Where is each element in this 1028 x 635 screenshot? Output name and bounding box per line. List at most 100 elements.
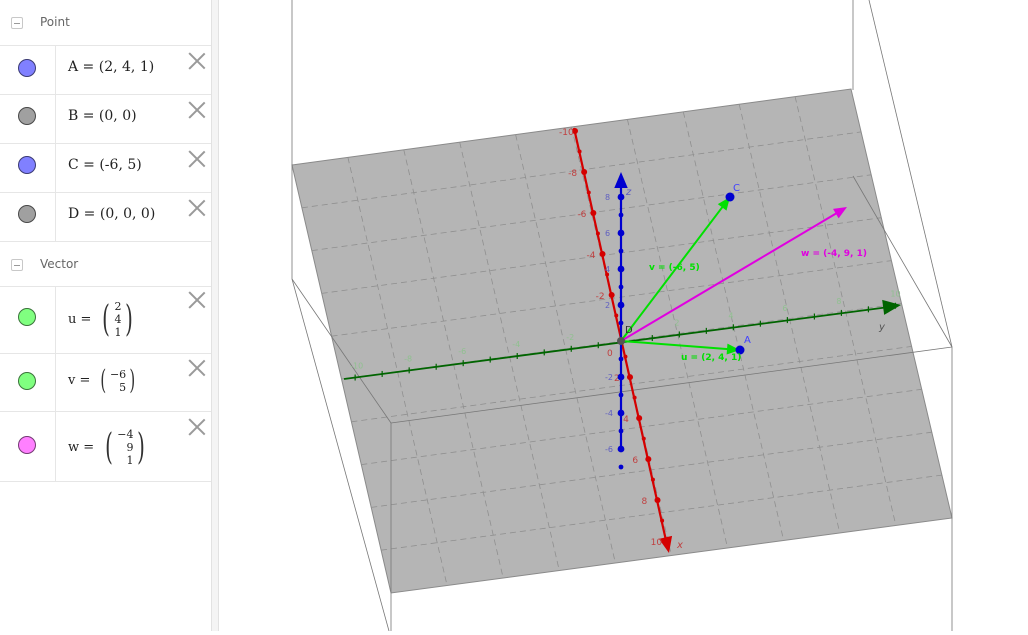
point-label-A: A	[744, 335, 751, 346]
algebra-row-C[interactable]: C = (-6, 5)	[0, 144, 211, 193]
visibility-toggle-u[interactable]	[18, 308, 36, 326]
z-tick-dot	[618, 428, 624, 434]
visibility-toggle-v[interactable]	[18, 372, 36, 390]
vector-caption-w: w = (-4, 9, 1)	[801, 249, 867, 259]
x-minor-tick	[595, 231, 600, 236]
collapse-point-button[interactable]	[11, 17, 23, 29]
x-tick-dot	[645, 456, 652, 463]
equals-sign: =	[83, 440, 95, 455]
formula-B[interactable]: B = (0, 0)	[68, 108, 137, 124]
component: 1	[126, 454, 134, 467]
algebra-view: Point A = (2, 4, 1) B = (0, 0) C = (-6, …	[0, 0, 211, 631]
graphics-3d-view[interactable]: -10 -8 -6 -4 -2 2 4 6 8 10 0 -10 -8 -6 -4 -2 2 4 6 8 10 -6 -4-…	[219, 0, 1028, 632]
x-minor-tick	[614, 313, 619, 318]
point-label-D: D	[625, 325, 633, 336]
x-tick-label: -8	[568, 169, 577, 179]
marble-cell	[0, 287, 56, 353]
x-tick-label: 10	[651, 538, 663, 548]
y-tick-label: 6	[782, 304, 787, 313]
x-minor-tick	[660, 518, 665, 523]
algebra-row-B[interactable]: B = (0, 0)	[0, 95, 211, 144]
point-label-C: C	[733, 183, 740, 194]
x-tick-label: -6	[577, 210, 586, 220]
component: 4	[114, 313, 122, 326]
y-tick-label: -4	[512, 340, 520, 349]
view-divider[interactable]	[211, 0, 219, 631]
algebra-row-u[interactable]: u = ( 2 4 1 )	[0, 287, 211, 354]
z-tick-dot	[618, 464, 624, 470]
z-tick-label: -2	[605, 373, 613, 382]
formula-u[interactable]: u = ( 2 4 1 )	[68, 300, 137, 339]
y-tick-label: -2	[566, 333, 574, 342]
z-tick-dot	[618, 320, 624, 326]
component: 1	[114, 326, 122, 339]
3d-scene[interactable]: -10-8-6-4-22468100-10-8-6-4-2246810-6-4-…	[219, 0, 1028, 632]
y-tick-label: -8	[404, 354, 412, 363]
algebra-row-D[interactable]: D = (0, 0, 0)	[0, 193, 211, 242]
z-tick-dot	[618, 248, 624, 254]
group-header-point[interactable]: Point	[0, 0, 211, 46]
axis-label-z: z	[625, 187, 632, 198]
algebra-row-w[interactable]: w = ( −4 9 1 )	[0, 412, 211, 482]
marble-cell	[0, 193, 56, 241]
y-tick-label: -6	[458, 347, 466, 356]
x-tick-label: -2	[596, 292, 605, 302]
x-minor-tick	[650, 477, 655, 482]
component: 2	[114, 300, 122, 313]
visibility-toggle-C[interactable]	[18, 156, 36, 174]
algebra-row-A[interactable]: A = (2, 4, 1)	[0, 46, 211, 95]
x-tick-dot	[636, 415, 643, 422]
visibility-toggle-B[interactable]	[18, 107, 36, 125]
formula-D[interactable]: D = (0, 0, 0)	[68, 206, 155, 222]
delete-icon[interactable]	[188, 150, 206, 168]
x-minor-tick	[632, 395, 637, 400]
x-tick-label: 0	[607, 349, 613, 359]
x-tick-label: 8	[642, 497, 648, 507]
marble-cell	[0, 412, 56, 481]
point-D[interactable]	[617, 337, 625, 345]
delete-icon[interactable]	[188, 52, 206, 70]
formula-w[interactable]: w = ( −4 9 1 )	[68, 428, 149, 467]
delete-icon[interactable]	[188, 199, 206, 217]
vector-caption-u: u = (2, 4, 1)	[681, 353, 741, 363]
visibility-toggle-A[interactable]	[18, 59, 36, 77]
x-minor-tick	[623, 354, 628, 359]
vector-components: −6 5	[110, 368, 126, 394]
x-tick-label: 6	[632, 456, 638, 466]
x-minor-tick	[577, 149, 582, 154]
component: −4	[117, 428, 134, 441]
z-tick-label: 8	[605, 193, 610, 202]
delete-icon[interactable]	[188, 101, 206, 119]
z-tick-label: -6	[605, 445, 613, 454]
z-tick-dot	[617, 265, 625, 273]
visibility-toggle-D[interactable]	[18, 205, 36, 223]
collapse-vector-button[interactable]	[11, 259, 23, 271]
formula-v[interactable]: v = ( −6 5 )	[68, 367, 138, 394]
x-tick-dot	[663, 538, 670, 545]
x-minor-tick	[641, 436, 646, 441]
group-header-vector[interactable]: Vector	[0, 242, 211, 287]
z-tick-label: 6	[605, 229, 610, 238]
x-tick-dot	[590, 210, 597, 217]
visibility-toggle-w[interactable]	[18, 436, 36, 454]
delete-icon[interactable]	[188, 359, 206, 377]
delete-icon[interactable]	[188, 418, 206, 436]
x-tick-dot	[627, 374, 634, 381]
z-tick-dot	[617, 229, 625, 237]
x-tick-dot	[599, 251, 606, 258]
vector-name: w	[68, 440, 80, 455]
delete-icon[interactable]	[188, 291, 206, 309]
x-tick-dot	[608, 292, 615, 299]
y-tick-label: 8	[836, 297, 841, 306]
z-tick-label: 4	[605, 265, 610, 274]
y-tick-label: 4	[728, 311, 733, 320]
z-tick-dot	[618, 212, 624, 218]
formula-A[interactable]: A = (2, 4, 1)	[68, 59, 154, 75]
formula-C[interactable]: C = (-6, 5)	[68, 157, 142, 173]
z-tick-dot	[617, 373, 625, 381]
component: 5	[119, 380, 127, 394]
axis-label-x: x	[676, 540, 683, 551]
marble-cell	[0, 144, 56, 192]
algebra-row-v[interactable]: v = ( −6 5 )	[0, 354, 211, 412]
x-minor-tick	[586, 190, 591, 195]
